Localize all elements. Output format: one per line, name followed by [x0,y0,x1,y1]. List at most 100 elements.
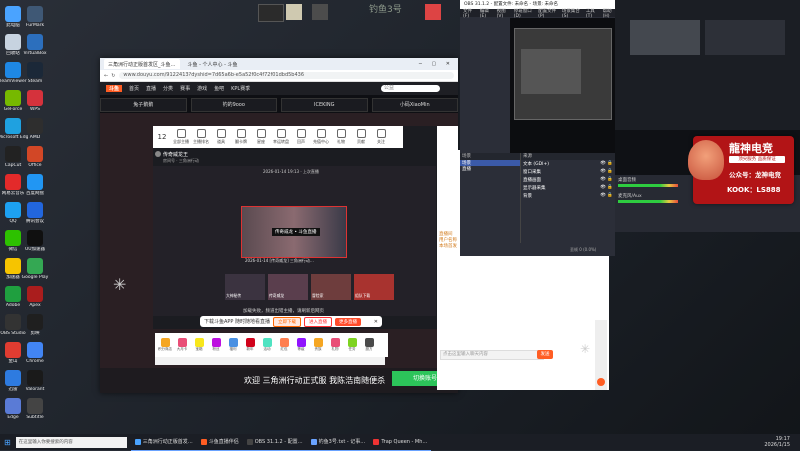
desktop-icon[interactable]: Steam [20,62,50,84]
video-preview[interactable]: 传奇威龙 • 斗鱼直播 [241,206,347,258]
source-item[interactable]: 背景 👁 🔒 [521,192,615,200]
desktop-icon[interactable]: 剪映 [20,314,50,336]
app-icon[interactable] [5,230,21,246]
gift-item[interactable]: 新年 [243,338,257,352]
reload-icon[interactable]: ↻ [111,73,115,79]
app-icon[interactable] [27,174,43,190]
visibility-icon[interactable]: 👁 🔒 [600,169,613,175]
start-icon[interactable]: ⊞ [4,438,11,447]
taskbar-item[interactable]: 斗鱼直播伴侣 [196,434,243,451]
app-icon[interactable] [5,34,21,50]
play-overlay[interactable]: 传奇威龙 • 斗鱼直播 [272,228,320,236]
desktop-icon[interactable]: Valorant [20,370,50,392]
desktop-icon[interactable]: WPS [20,90,50,112]
app-icon[interactable] [27,34,43,50]
browser-tab-1[interactable]: 三角洲行动正版首发区_斗鱼… [104,59,180,69]
app-icon[interactable] [5,258,21,274]
visibility-icon[interactable]: 👁 🔒 [600,161,613,167]
app-icon[interactable] [5,286,21,302]
app-icon[interactable] [27,118,43,134]
obs-menu-item[interactable]: 停靠窗口(D) [514,8,533,19]
visibility-icon[interactable]: 👁 🔒 [600,193,613,199]
gift-item[interactable]: 福利 [226,338,240,352]
source-item[interactable]: 显示器采集 👁 🔒 [521,184,615,192]
desktop-icon[interactable]: Chrome [20,342,50,364]
app-icon[interactable] [5,202,21,218]
app-icon[interactable] [27,286,43,302]
gift-item[interactable]: 等级 [294,338,308,352]
gift-item[interactable]: 任务 [345,338,359,352]
streamer-tab-2[interactable]: 钓的9ooo [190,97,277,112]
app-icon[interactable] [5,118,21,134]
gift-item[interactable]: 贵族 [311,338,325,352]
desktop-icon[interactable]: Office [20,146,50,168]
taskbar-item[interactable]: OBS 31.1.2 - 配置… [242,434,307,451]
streamer-tab-1[interactable]: 兔子鹅鹅 [100,97,187,112]
enter-live-button[interactable]: 进入直播 [304,316,333,327]
desktop-thumb-1[interactable] [258,4,284,22]
related-thumb[interactable]: 大神秘传 [225,274,265,300]
desktop-icon[interactable]: AMD [20,118,50,140]
nav-games[interactable]: 游戏 [197,85,207,92]
nav-match[interactable]: 赛事 [180,85,190,92]
tool-item[interactable]: 星座 [251,129,271,145]
obs-menu-item[interactable]: 配置文件(P) [538,8,557,19]
video-player[interactable]: 2026-01-14 19:13 · 上次直播 传奇威龙 • 斗鱼直播 2026… [153,166,436,316]
source-item[interactable]: 直播画面 👁 🔒 [521,176,615,184]
visibility-icon[interactable]: 👁 🔒 [600,185,613,191]
desktop-icon[interactable]: UU加速器 [20,230,50,252]
app-icon[interactable] [27,342,43,358]
desktop-icon[interactable]: Apex [20,286,50,308]
related-thumb[interactable]: 传奇威龙 [268,274,308,300]
tool-item[interactable]: 翻卡牌 [231,129,251,145]
gift-icon[interactable] [597,378,605,386]
taskbar-search-input[interactable]: 在这里输入你要搜索的内容 [15,436,127,448]
nav-category[interactable]: 分类 [163,85,173,92]
app-icon[interactable] [27,6,43,22]
tool-item[interactable]: 贡献 [351,129,371,145]
app-icon[interactable] [27,398,43,414]
app-icon[interactable] [5,398,21,414]
tool-item[interactable]: 幸运转盘 [271,129,291,145]
tool-item[interactable]: 礼物 [331,129,351,145]
app-icon[interactable] [27,146,43,162]
obs-menu-item[interactable]: 工具(T) [586,8,598,19]
obs-menu-item[interactable]: 视图(V) [497,8,509,19]
source-item[interactable]: 文本 (GDI+) 👁 🔒 [521,160,615,168]
visibility-icon[interactable]: 👁 🔒 [600,177,613,183]
back-arrow-icon[interactable]: ← [104,73,108,79]
gift-item[interactable]: 大月卡 [175,338,189,352]
browser-tab-2[interactable]: 斗鱼 - 个人中心 - 斗鱼 [184,59,242,69]
related-thumb[interactable]: 冒险家 [311,274,351,300]
site-search-input[interactable]: 公益 [381,85,440,92]
address-bar[interactable]: www.douyu.com/9122413?dyshid=7d65a6b-e5a… [119,72,454,79]
desktop-thumb-4[interactable] [425,4,441,20]
app-icon[interactable] [5,342,21,358]
gift-item[interactable]: 积分商店 [158,338,172,352]
send-button[interactable]: 发送 [537,350,553,359]
nav-kpl[interactable]: KPL赛季 [231,85,250,92]
tool-item[interactable]: 主播排名 [191,129,211,145]
nav-home[interactable]: 首页 [129,85,139,92]
gift-item[interactable]: 礼物 [328,338,342,352]
chat-input[interactable]: 点击这里输入聊天内容 [440,350,544,360]
tool-item[interactable]: 回声 [291,129,311,145]
app-icon[interactable] [5,370,21,386]
app-icon[interactable] [5,146,21,162]
app-icon[interactable] [5,62,21,78]
close-icon[interactable]: ✕ [374,319,378,325]
gift-item[interactable]: 宝箱 [192,338,206,352]
avatar[interactable] [155,151,161,157]
obs-menu-item[interactable]: 场景集合(S) [562,8,581,19]
obs-preview[interactable] [510,18,615,153]
download-now-button[interactable]: 立即下载 [273,316,302,327]
obs-menu-item[interactable]: 文件(F) [463,8,475,19]
app-icon[interactable] [27,370,43,386]
desktop-thumb-2[interactable] [286,4,302,20]
app-icon[interactable] [27,314,43,330]
gift-item[interactable]: 活动 [260,338,274,352]
taskbar-item[interactable]: Trap Queen - Mh… [369,434,432,451]
tool-item[interactable]: 道具 [211,129,231,145]
more-live-button[interactable]: 更多直播 [335,317,362,326]
desktop-icon[interactable]: Subtitle [20,398,50,420]
